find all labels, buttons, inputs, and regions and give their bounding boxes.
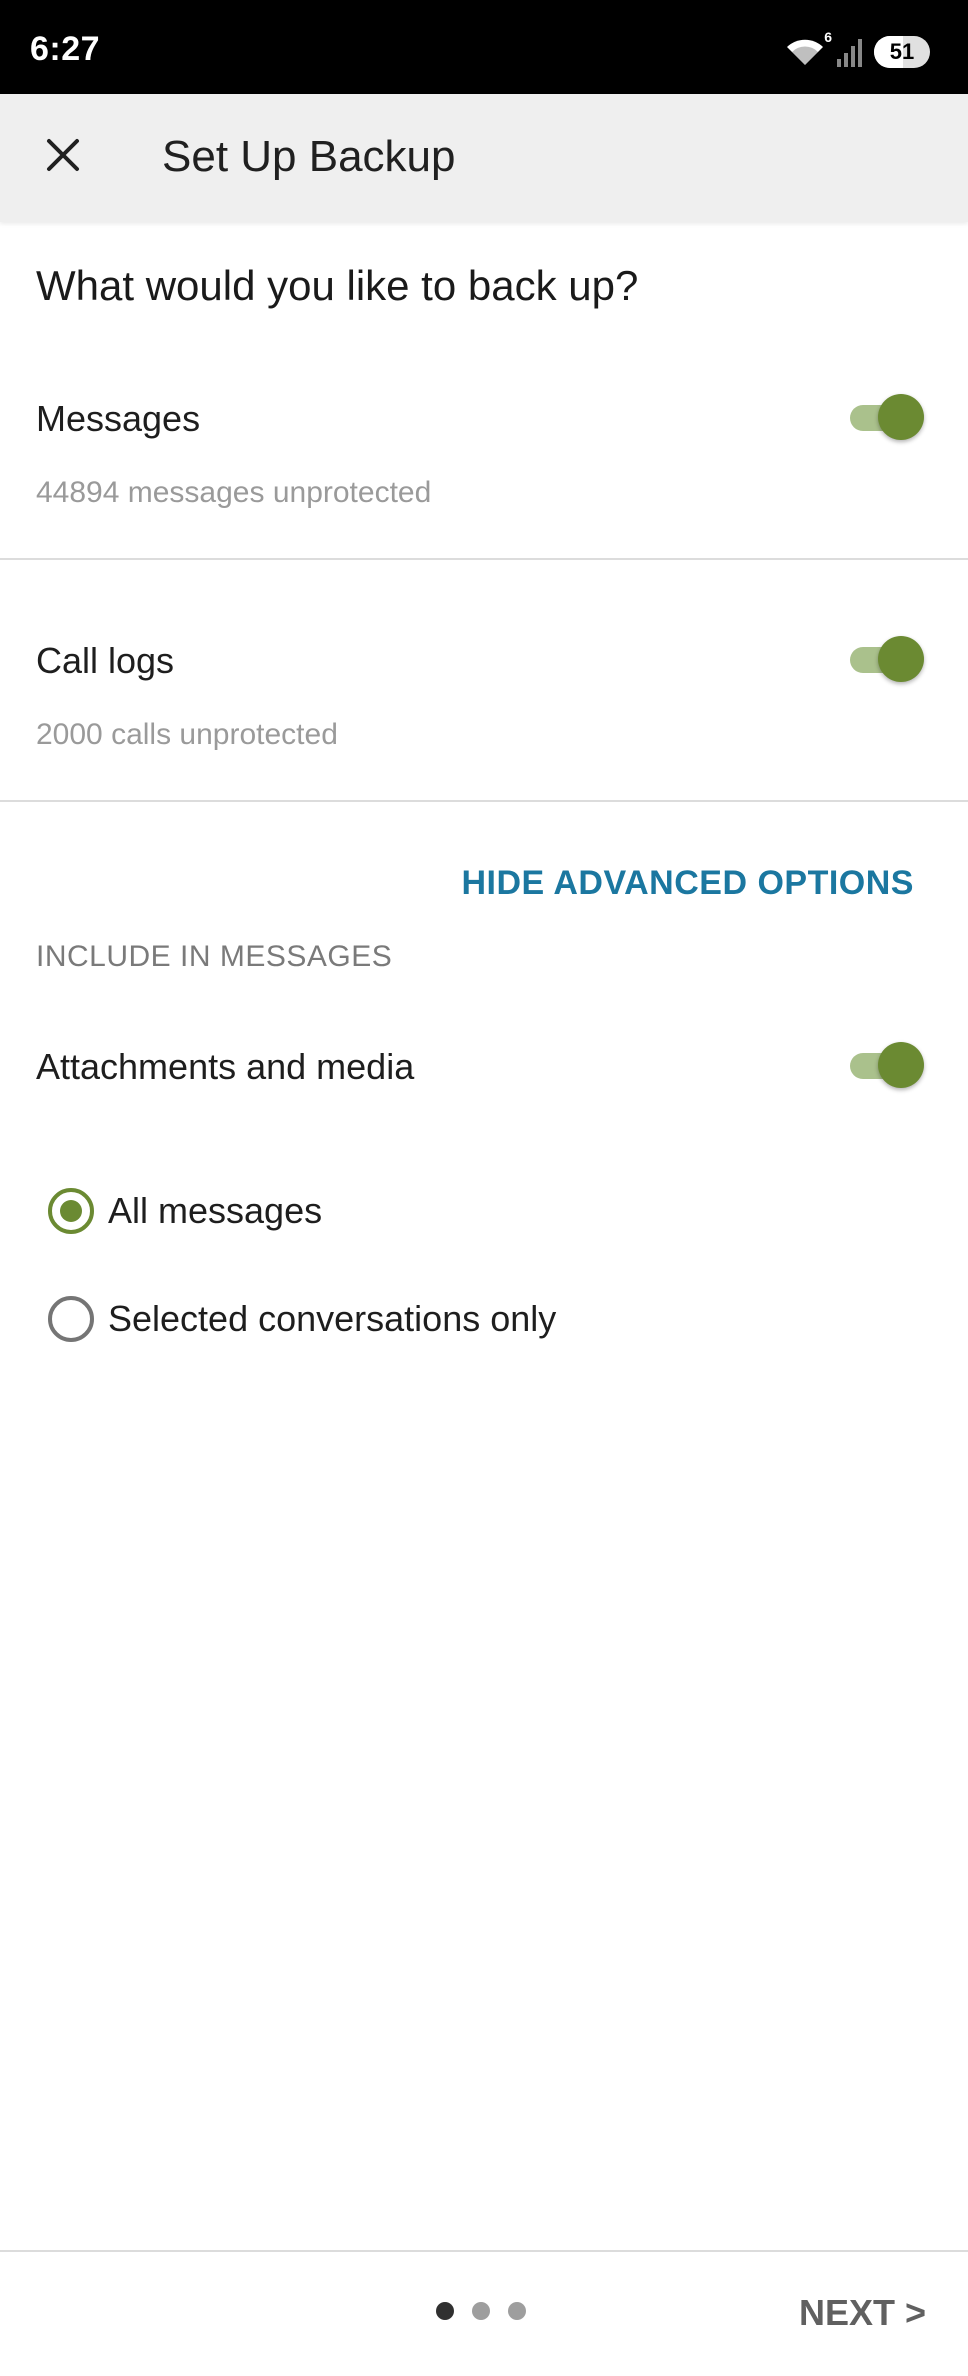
- call-logs-toggle[interactable]: [850, 636, 924, 684]
- divider: [0, 800, 968, 802]
- messages-label: Messages: [36, 398, 201, 439]
- toggle-thumb: [878, 636, 924, 682]
- page-dot: [508, 2302, 526, 2320]
- radio-label: All messages: [108, 1190, 323, 1231]
- radio-selected-conversations[interactable]: Selected conversations only: [48, 1296, 556, 1342]
- page-indicator: [436, 2302, 526, 2320]
- status-bar: 6:27 6 51: [0, 0, 968, 94]
- hide-advanced-options-button[interactable]: HIDE ADVANCED OPTIONS: [461, 864, 914, 903]
- page-dot: [472, 2302, 490, 2320]
- wifi-badge: 6: [824, 29, 832, 45]
- close-button[interactable]: [38, 130, 88, 180]
- radio-selected-icon: [48, 1188, 94, 1234]
- next-button[interactable]: NEXT >: [799, 2292, 926, 2334]
- toggle-thumb: [878, 1042, 924, 1088]
- call-logs-label: Call logs: [36, 640, 175, 681]
- toggle-thumb: [878, 394, 924, 440]
- attachments-toggle[interactable]: [850, 1042, 924, 1090]
- radio-label: Selected conversations only: [108, 1298, 557, 1339]
- messages-status: 44894 messages unprotected: [36, 476, 432, 509]
- footer-divider: [0, 2250, 968, 2252]
- battery-icon: 51: [874, 36, 930, 68]
- messages-toggle[interactable]: [850, 394, 924, 442]
- radio-all-messages[interactable]: All messages: [48, 1188, 322, 1234]
- call-logs-status: 2000 calls unprotected: [36, 718, 338, 751]
- signal-icon: [837, 39, 862, 67]
- page-title: Set Up Backup: [162, 132, 456, 181]
- close-icon: [47, 139, 79, 171]
- status-time: 6:27: [30, 30, 101, 68]
- attachments-label: Attachments and media: [36, 1046, 415, 1087]
- status-icons: 6 51: [784, 29, 930, 70]
- divider: [0, 558, 968, 560]
- app-bar: Set Up Backup: [0, 94, 968, 222]
- radio-unselected-icon: [48, 1296, 94, 1342]
- backup-question: What would you like to back up?: [36, 262, 639, 309]
- wifi-icon: 6: [784, 29, 832, 67]
- include-in-messages-header: INCLUDE IN MESSAGES: [36, 940, 393, 973]
- page-dot-active: [436, 2302, 454, 2320]
- battery-level: 51: [889, 39, 915, 64]
